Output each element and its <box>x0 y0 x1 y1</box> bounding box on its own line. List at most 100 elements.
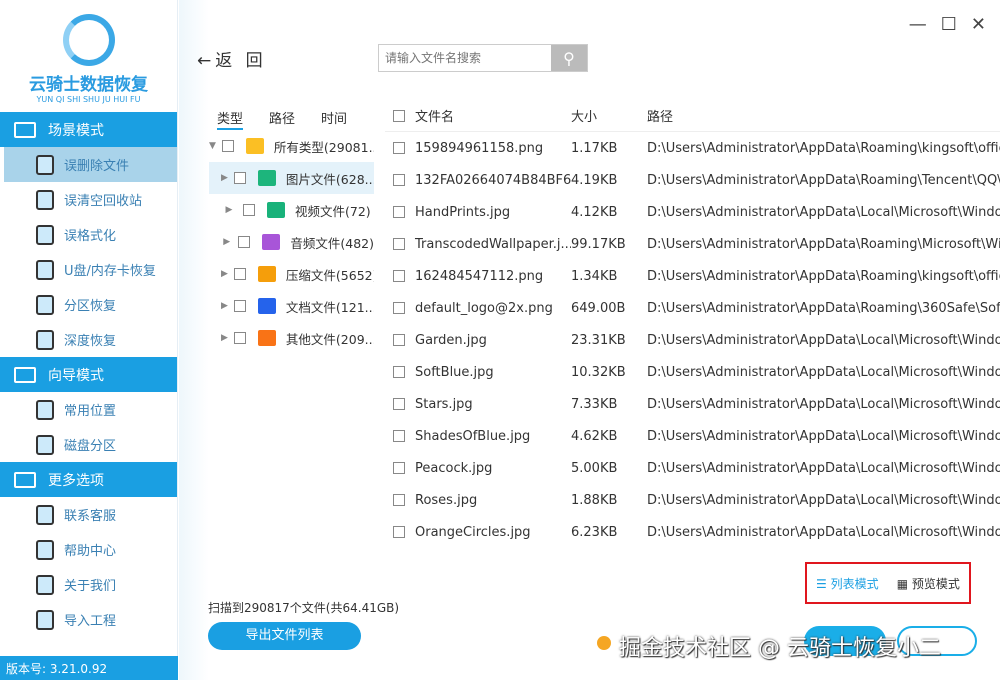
checkbox[interactable] <box>393 270 405 282</box>
sidebar-item-label: 常用位置 <box>64 404 117 419</box>
sidebar-item[interactable]: 分区恢复 <box>0 287 177 322</box>
expand-icon[interactable]: ▶ <box>221 205 237 215</box>
checkbox[interactable] <box>393 462 405 474</box>
expand-icon[interactable]: ▶ <box>221 173 228 183</box>
file-size: 10.32KB <box>571 364 626 380</box>
checkbox[interactable] <box>393 238 405 250</box>
sidebar-item[interactable]: 误格式化 <box>0 217 177 252</box>
expand-icon[interactable]: ▶ <box>221 333 228 343</box>
checkbox[interactable] <box>238 236 251 248</box>
checkbox[interactable] <box>393 302 405 314</box>
section-header[interactable]: 更多选项 <box>0 462 177 497</box>
tree-item[interactable]: ▶ 其他文件(209... <box>209 322 374 354</box>
minimize-button[interactable]: — <box>909 14 927 35</box>
expand-icon[interactable]: ▶ <box>221 237 232 247</box>
maximize-button[interactable]: ☐ <box>941 14 957 35</box>
table-row[interactable]: Peacock.jpg 5.00KB D:\Users\Administrator\… <box>385 452 1000 484</box>
sidebar-item[interactable]: 磁盘分区 <box>0 427 177 462</box>
tree-item[interactable]: ▶ 图片文件(628... <box>209 162 374 194</box>
checkbox[interactable] <box>393 142 405 154</box>
file-path: D:\Users\Administrator\AppData\Local\Mic… <box>647 492 1000 508</box>
section-header[interactable]: 向导模式 <box>0 357 177 392</box>
table-row[interactable]: Garden.jpg 23.31KB D:\Users\Administrator\… <box>385 324 1000 356</box>
section-header[interactable]: 场景模式 <box>0 112 177 147</box>
expand-icon[interactable]: ▶ <box>221 301 228 311</box>
table-row[interactable]: ShadesOfBlue.jpg 4.62KB D:\Users\Administr… <box>385 420 1000 452</box>
sidebar-item[interactable]: 深度恢复 <box>0 322 177 357</box>
search-button[interactable]: ⚲ <box>551 45 587 71</box>
preview-mode-label: 预览模式 <box>911 576 960 591</box>
sidebar-item-label: 帮助中心 <box>64 544 117 559</box>
sidebar-item[interactable]: U盘/内存卡恢复 <box>0 252 177 287</box>
file-path: D:\Users\Administrator\AppData\Local\Mic… <box>647 332 1000 348</box>
collapse-icon[interactable]: ▼ <box>209 141 216 151</box>
scan-info: 扫描到290817个文件(共64.41GB) <box>208 601 400 615</box>
table-row[interactable]: default_logo@2x.png 649.00B D:\Users\Admin… <box>385 292 1000 324</box>
table-row[interactable]: 132FA02664074B84BF67...4.19KB D:\Users\Ad… <box>385 164 1000 196</box>
table-row[interactable]: TranscodedWallpaper.j... 99.17KB D:\Users\… <box>385 228 1000 260</box>
file-size: 23.31KB <box>571 332 626 348</box>
checkbox[interactable] <box>233 268 246 280</box>
preview-mode-button[interactable]: ▦ 预览模式 <box>897 575 960 592</box>
checkbox[interactable] <box>393 174 405 186</box>
sidebar-item-label: 关于我们 <box>64 579 117 594</box>
checkbox[interactable] <box>243 204 255 216</box>
section-icon <box>14 121 36 138</box>
section-icon <box>14 366 36 383</box>
back-button[interactable]: ←返 回 <box>197 46 267 71</box>
checkbox[interactable] <box>393 366 405 378</box>
checkbox[interactable] <box>393 494 405 506</box>
expand-icon[interactable]: ▶ <box>221 269 228 279</box>
checkbox[interactable] <box>233 300 246 312</box>
checkbox[interactable] <box>221 140 234 152</box>
tree-item[interactable]: ▶ 压缩文件(5652) <box>209 258 374 290</box>
list-mode-label: 列表模式 <box>830 576 879 591</box>
checkbox[interactable] <box>393 206 405 218</box>
sidebar-item[interactable]: 帮助中心 <box>0 532 177 567</box>
select-all-checkbox[interactable] <box>393 109 405 122</box>
item-icon <box>36 259 54 280</box>
close-button[interactable]: ✕ <box>971 14 986 35</box>
tree-item[interactable]: ▶ 文档文件(121... <box>209 290 374 322</box>
table-row[interactable]: SoftBlue.jpg 10.32KB D:\Users\Administrato… <box>385 356 1000 388</box>
search-input[interactable] <box>379 45 551 71</box>
table-row[interactable]: OrangeCircles.jpg 6.23KB D:\Users\Administ… <box>385 516 1000 548</box>
sidebar-item[interactable]: 关于我们 <box>0 567 177 602</box>
table-row[interactable]: HandPrints.jpg 4.12KB D:\Users\Administrat… <box>385 196 1000 228</box>
tree-item-label: 图片文件(628... <box>285 171 374 187</box>
tree-item[interactable]: ▶ 音频文件(482) <box>209 226 374 258</box>
sidebar-item[interactable]: 误删除文件 <box>4 147 177 182</box>
list-mode-button[interactable]: ☰ 列表模式 <box>816 575 879 592</box>
export-list-button[interactable]: 导出文件列表 <box>208 622 361 650</box>
table-row[interactable]: Stars.jpg 7.33KB D:\Users\Administrator\Ap… <box>385 388 1000 420</box>
file-path: D:\Users\Administrator\AppData\Local\Mic… <box>647 524 1000 540</box>
section-icon <box>14 471 36 488</box>
sidebar-item[interactable]: 联系客服 <box>0 497 177 532</box>
file-path: D:\Users\Administrator\AppData\Roaming\M… <box>647 236 1000 252</box>
sidebar-item[interactable]: 常用位置 <box>0 392 177 427</box>
checkbox[interactable] <box>393 430 405 442</box>
checkbox[interactable] <box>393 398 405 410</box>
table-row[interactable]: Roses.jpg 1.88KB D:\Users\Administrator\Ap… <box>385 484 1000 516</box>
file-size: 1.34KB <box>571 268 618 284</box>
checkbox[interactable] <box>233 332 246 344</box>
checkbox[interactable] <box>233 172 246 184</box>
tree-item[interactable]: ▼ 所有类型(29081... <box>209 130 374 162</box>
col-path[interactable]: 路径 <box>647 106 1000 125</box>
file-path: D:\Users\Administrator\AppData\Local\Mic… <box>647 428 1000 444</box>
file-name: ShadesOfBlue.jpg <box>415 428 531 444</box>
tab[interactable]: 类型 <box>217 100 244 130</box>
sidebar-item[interactable]: 误清空回收站 <box>0 182 177 217</box>
tab[interactable]: 路径 <box>269 100 295 130</box>
checkbox[interactable] <box>393 334 405 346</box>
item-icon <box>36 329 54 350</box>
sidebar-item-label: 误格式化 <box>64 229 117 244</box>
table-row[interactable]: 162484547112.png 1.34KB D:\Users\Administr… <box>385 260 1000 292</box>
col-size[interactable]: 大小 <box>571 106 647 125</box>
sidebar-item[interactable]: 导入工程 <box>0 602 177 637</box>
tab[interactable]: 时间 <box>321 100 347 130</box>
col-name[interactable]: 文件名 <box>415 106 454 125</box>
checkbox[interactable] <box>393 526 405 538</box>
table-row[interactable]: 159894961158.png 1.17KB D:\Users\Administr… <box>385 132 1000 164</box>
tree-item[interactable]: ▶ 视频文件(72) <box>209 194 374 226</box>
